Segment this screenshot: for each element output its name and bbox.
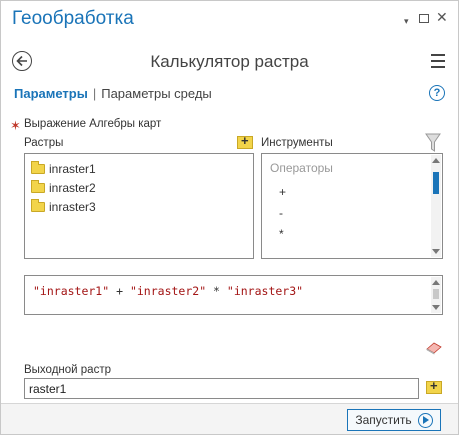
tools-scrollbar[interactable] <box>431 155 441 257</box>
operators-header: Операторы <box>270 161 333 175</box>
tab-environments[interactable]: Параметры среды <box>101 86 212 101</box>
expression-token: "inraster2" <box>129 284 207 298</box>
expression-token: * <box>206 284 227 298</box>
required-icon: ✶ <box>10 118 21 133</box>
rasters-label: Растры <box>24 137 64 149</box>
raster-icon <box>31 199 45 212</box>
pane-title: Геообработка <box>12 8 134 29</box>
list-item-raster[interactable]: inraster1 <box>31 160 96 178</box>
rasters-list[interactable]: inraster1 inraster2 inraster3 <box>24 153 254 259</box>
raster-icon <box>31 180 45 193</box>
maximize-icon[interactable] <box>419 14 429 23</box>
tab-parameters[interactable]: Параметры <box>14 86 88 101</box>
raster-name: inraster3 <box>49 200 96 214</box>
expression-token: "inraster1" <box>33 284 110 298</box>
tool-header: Калькулятор растра <box>0 46 459 78</box>
run-button[interactable]: Запустить <box>347 409 441 431</box>
scroll-up-icon[interactable] <box>432 158 440 163</box>
tool-title: Калькулятор растра <box>150 52 309 71</box>
tools-list[interactable]: Операторы + - * <box>261 153 443 259</box>
hamburger-menu-icon[interactable] <box>431 54 445 68</box>
raster-icon <box>31 161 45 174</box>
footer-bar: Запустить <box>1 403 458 434</box>
filter-icon[interactable] <box>425 133 441 153</box>
expression-text[interactable]: "inraster1" + "inraster2" * "inraster3" <box>33 284 303 298</box>
parameter-tabs: Параметры | Параметры среды <box>14 86 212 106</box>
expression-token: + <box>109 284 130 298</box>
title-bar: Геообработка ▾ ✕ <box>0 0 459 38</box>
browse-output-icon[interactable]: + <box>426 379 442 394</box>
list-item-raster[interactable]: inraster3 <box>31 198 96 216</box>
scroll-down-icon[interactable] <box>432 305 440 310</box>
run-label: Запустить <box>355 413 412 427</box>
help-icon[interactable]: ? <box>429 85 445 101</box>
scroll-thumb[interactable] <box>433 289 439 299</box>
expression-label: Выражение Алгебры карт <box>24 118 162 130</box>
tools-label: Инструменты <box>261 137 333 149</box>
tab-separator: | <box>92 86 97 101</box>
list-item-raster[interactable]: inraster2 <box>31 179 96 197</box>
expression-scrollbar[interactable] <box>431 277 441 313</box>
operator-item[interactable]: * <box>279 227 284 241</box>
raster-name: inraster2 <box>49 181 96 195</box>
scroll-thumb[interactable] <box>433 172 439 194</box>
eraser-icon[interactable] <box>425 341 443 355</box>
scroll-down-icon[interactable] <box>432 249 440 254</box>
operator-item[interactable]: + <box>279 185 286 199</box>
output-raster-field[interactable] <box>24 378 419 399</box>
close-icon[interactable]: ✕ <box>436 10 448 24</box>
raster-name: inraster1 <box>49 162 96 176</box>
play-icon <box>417 412 433 428</box>
scroll-up-icon[interactable] <box>432 280 440 285</box>
expression-token: "inraster3" <box>226 284 304 298</box>
expression-editor[interactable]: "inraster1" + "inraster2" * "inraster3" <box>24 275 443 315</box>
add-raster-icon[interactable]: + <box>237 134 253 149</box>
pane-options-icon[interactable]: ▾ <box>404 15 409 27</box>
operator-item[interactable]: - <box>279 206 283 220</box>
output-raster-label: Выходной растр <box>24 364 111 376</box>
